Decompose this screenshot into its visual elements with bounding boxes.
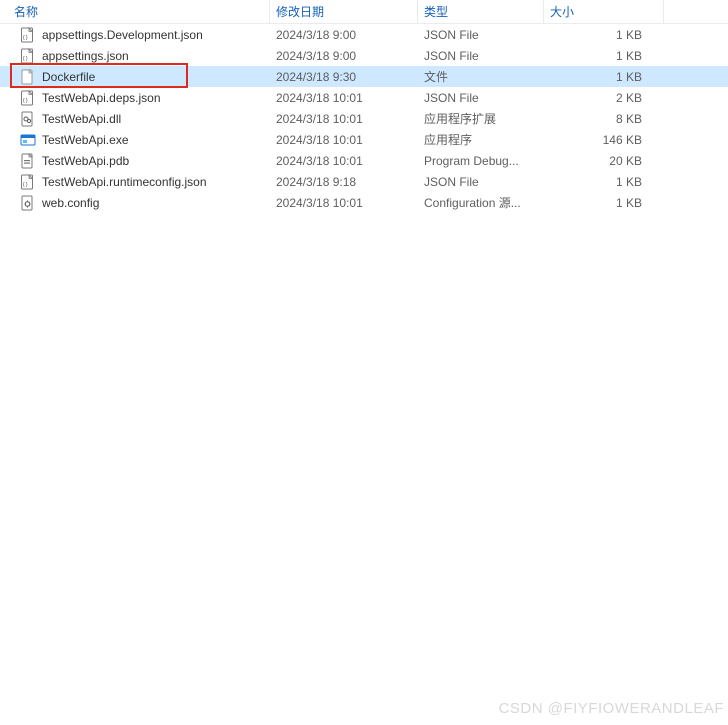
column-header-date-label: 修改日期 (276, 3, 324, 20)
file-date: 2024/3/18 9:00 (270, 28, 418, 42)
file-date: 2024/3/18 9:00 (270, 49, 418, 63)
file-size: 2 KB (544, 91, 648, 105)
file-type: 应用程序扩展 (418, 110, 544, 127)
column-header-name[interactable]: 名称 (0, 0, 270, 23)
file-row[interactable]: web.config 2024/3/18 10:01Configuration 源… (0, 192, 728, 213)
file-date: 2024/3/18 10:01 (270, 112, 418, 126)
json-file-icon (20, 48, 36, 64)
json-file-icon (20, 27, 36, 43)
watermark-text: CSDN @FIYFIOWERANDLEAF (499, 700, 724, 717)
file-name: web.config (42, 196, 99, 210)
exe-file-icon (20, 132, 36, 148)
file-size: 1 KB (544, 28, 648, 42)
file-row[interactable]: TestWebApi.deps.json 2024/3/18 10:01JSON … (0, 87, 728, 108)
blank-file-icon (20, 69, 36, 85)
column-header-type[interactable]: 类型 (418, 0, 544, 23)
file-type: Configuration 源... (418, 194, 544, 211)
file-name: TestWebApi.runtimeconfig.json (42, 175, 207, 189)
file-type: JSON File (418, 91, 544, 105)
file-date: 2024/3/18 10:01 (270, 91, 418, 105)
config-file-icon (20, 195, 36, 211)
file-size: 1 KB (544, 175, 648, 189)
file-type: 文件 (418, 68, 544, 85)
file-row[interactable]: Dockerfile 2024/3/18 9:30文件1 KB (0, 66, 728, 87)
file-date: 2024/3/18 10:01 (270, 154, 418, 168)
file-row[interactable]: TestWebApi.pdb 2024/3/18 10:01Program Deb… (0, 150, 728, 171)
column-header-type-label: 类型 (424, 3, 448, 20)
file-size: 8 KB (544, 112, 648, 126)
column-header-row: 名称 修改日期 类型 大小 (0, 0, 728, 24)
file-type: Program Debug... (418, 154, 544, 168)
file-size: 20 KB (544, 154, 648, 168)
column-header-size-label: 大小 (550, 3, 574, 20)
file-row[interactable]: TestWebApi.dll 2024/3/18 10:01应用程序扩展8 KB (0, 108, 728, 129)
file-size: 1 KB (544, 70, 648, 84)
file-date: 2024/3/18 10:01 (270, 133, 418, 147)
file-name: TestWebApi.dll (42, 112, 121, 126)
file-row[interactable]: TestWebApi.exe 2024/3/18 10:01应用程序146 KB (0, 129, 728, 150)
column-header-size[interactable]: 大小 (544, 0, 664, 23)
file-size: 1 KB (544, 196, 648, 210)
file-type: JSON File (418, 175, 544, 189)
file-name: TestWebApi.pdb (42, 154, 129, 168)
file-name: appsettings.Development.json (42, 28, 203, 42)
json-file-icon (20, 174, 36, 190)
file-type: JSON File (418, 49, 544, 63)
file-name: appsettings.json (42, 49, 129, 63)
file-row[interactable]: TestWebApi.runtimeconfig.json 2024/3/18 9… (0, 171, 728, 192)
file-size: 146 KB (544, 133, 648, 147)
dll-file-icon (20, 111, 36, 127)
file-date: 2024/3/18 10:01 (270, 196, 418, 210)
column-header-name-label: 名称 (14, 3, 38, 20)
file-date: 2024/3/18 9:18 (270, 175, 418, 189)
file-row[interactable]: appsettings.Development.json 2024/3/18 9:… (0, 24, 728, 45)
file-row[interactable]: appsettings.json 2024/3/18 9:00JSON File1… (0, 45, 728, 66)
pdb-file-icon (20, 153, 36, 169)
json-file-icon (20, 90, 36, 106)
file-type: 应用程序 (418, 131, 544, 148)
file-name: TestWebApi.exe (42, 133, 129, 147)
file-name: Dockerfile (42, 70, 95, 84)
file-type: JSON File (418, 28, 544, 42)
file-date: 2024/3/18 9:30 (270, 70, 418, 84)
column-header-date[interactable]: 修改日期 (270, 0, 418, 23)
file-list: appsettings.Development.json 2024/3/18 9:… (0, 24, 728, 213)
file-name: TestWebApi.deps.json (42, 91, 161, 105)
file-size: 1 KB (544, 49, 648, 63)
